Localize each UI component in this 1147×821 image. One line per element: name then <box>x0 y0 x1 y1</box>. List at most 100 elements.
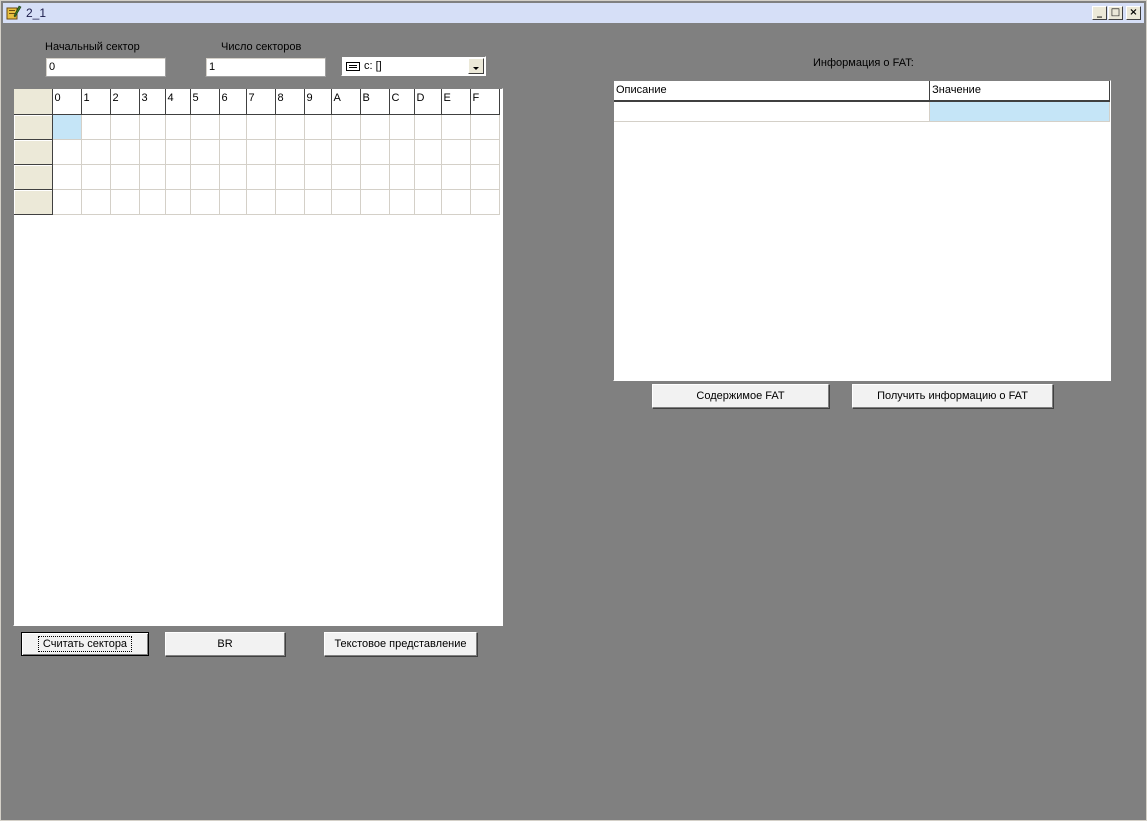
grid-cell[interactable] <box>165 114 191 140</box>
drive-select[interactable]: c: [] <box>341 56 486 76</box>
grid-cell[interactable] <box>219 139 247 165</box>
grid-cell[interactable] <box>414 189 442 215</box>
grid-cell[interactable] <box>470 114 500 140</box>
grid-column-header: 4 <box>165 89 191 115</box>
grid-cell[interactable] <box>165 164 191 190</box>
read-sectors-button[interactable]: Считать сектора <box>21 632 149 656</box>
grid-column-header: F <box>470 89 500 115</box>
grid-cell[interactable] <box>139 189 166 215</box>
grid-cell[interactable] <box>81 114 111 140</box>
grid-cell[interactable] <box>52 139 82 165</box>
fat-info-grid[interactable]: Описание Значение <box>613 80 1111 381</box>
grid-cell[interactable] <box>331 189 361 215</box>
grid-cell[interactable] <box>470 139 500 165</box>
grid-cell[interactable] <box>331 114 361 140</box>
start-sector-label: Начальный сектор <box>45 41 140 53</box>
grid-corner <box>14 89 53 115</box>
grid-cell[interactable] <box>246 164 276 190</box>
grid-cell[interactable] <box>139 139 166 165</box>
chevron-down-icon[interactable] <box>468 58 484 74</box>
minimize-button[interactable]: _ <box>1092 6 1107 20</box>
get-fat-info-button[interactable]: Получить информацию о FAT <box>852 384 1053 408</box>
drive-select-value: c: [] <box>364 60 382 72</box>
grid-cell[interactable] <box>190 189 220 215</box>
grid-cell[interactable] <box>219 189 247 215</box>
grid-cell[interactable] <box>190 164 220 190</box>
sector-hex-grid[interactable]: 0123456789ABCDEF <box>13 88 503 626</box>
text-view-button[interactable]: Текстовое представление <box>324 632 477 656</box>
sector-count-label: Число секторов <box>221 41 302 53</box>
grid-column-header: 3 <box>139 89 166 115</box>
grid-cell[interactable] <box>275 164 305 190</box>
grid-cell[interactable] <box>219 114 247 140</box>
grid-cell[interactable] <box>360 189 390 215</box>
grid-cell[interactable] <box>190 114 220 140</box>
fat-contents-button[interactable]: Содержимое FAT <box>652 384 829 408</box>
grid-cell[interactable] <box>81 189 111 215</box>
grid-cell[interactable] <box>139 114 166 140</box>
grid-cell[interactable] <box>414 114 442 140</box>
grid-cell[interactable] <box>360 114 390 140</box>
grid-cell[interactable] <box>246 114 276 140</box>
grid-cell[interactable] <box>389 189 415 215</box>
grid-cell[interactable] <box>441 164 471 190</box>
grid-cell[interactable] <box>360 139 390 165</box>
grid-cell[interactable] <box>304 164 332 190</box>
grid-cell[interactable] <box>110 164 140 190</box>
grid-cell[interactable] <box>275 114 305 140</box>
grid-cell[interactable] <box>81 139 111 165</box>
grid-cell[interactable] <box>275 139 305 165</box>
grid-column-header: 5 <box>190 89 220 115</box>
fat-column-header[interactable]: Значение <box>929 81 1110 102</box>
grid-cell[interactable] <box>110 114 140 140</box>
grid-cell[interactable] <box>52 189 82 215</box>
grid-cell[interactable] <box>414 139 442 165</box>
fat-column-header[interactable]: Описание <box>614 81 931 102</box>
grid-cell[interactable] <box>52 164 82 190</box>
grid-cell[interactable] <box>52 114 82 140</box>
drive-icon <box>346 61 360 71</box>
fat-info-title: Информация о FAT: <box>813 57 914 69</box>
grid-cell[interactable] <box>246 139 276 165</box>
grid-cell[interactable] <box>246 189 276 215</box>
grid-cell[interactable] <box>360 164 390 190</box>
grid-cell[interactable] <box>165 139 191 165</box>
grid-cell[interactable] <box>441 189 471 215</box>
grid-cell[interactable] <box>441 139 471 165</box>
grid-cell[interactable] <box>389 139 415 165</box>
grid-cell[interactable] <box>331 139 361 165</box>
grid-cell[interactable] <box>81 164 111 190</box>
fat-cell[interactable] <box>614 101 931 122</box>
maximize-button[interactable]: □ <box>1108 6 1123 20</box>
grid-column-header: 6 <box>219 89 247 115</box>
grid-cell[interactable] <box>190 139 220 165</box>
title-bar[interactable]: 2_1 _ □ × <box>3 3 1144 23</box>
grid-row-header <box>14 139 53 165</box>
grid-cell[interactable] <box>470 164 500 190</box>
grid-row <box>14 189 500 215</box>
window-title: 2_1 <box>26 6 47 20</box>
grid-cell[interactable] <box>110 189 140 215</box>
grid-cell[interactable] <box>304 139 332 165</box>
fat-cell[interactable] <box>929 101 1110 122</box>
grid-cell[interactable] <box>219 164 247 190</box>
grid-row-header <box>14 164 53 190</box>
grid-cell[interactable] <box>304 114 332 140</box>
br-button[interactable]: BR <box>165 632 285 656</box>
grid-cell[interactable] <box>389 114 415 140</box>
grid-column-header: C <box>389 89 415 115</box>
grid-cell[interactable] <box>441 114 471 140</box>
grid-cell[interactable] <box>304 189 332 215</box>
grid-cell[interactable] <box>389 164 415 190</box>
grid-cell[interactable] <box>110 139 140 165</box>
start-sector-input[interactable] <box>45 57 166 77</box>
sector-count-input[interactable] <box>205 57 326 77</box>
grid-cell[interactable] <box>139 164 166 190</box>
grid-cell[interactable] <box>331 164 361 190</box>
grid-cell[interactable] <box>414 164 442 190</box>
close-button[interactable]: × <box>1126 6 1141 20</box>
delphi-app-icon <box>6 5 22 21</box>
grid-cell[interactable] <box>470 189 500 215</box>
grid-cell[interactable] <box>275 189 305 215</box>
grid-cell[interactable] <box>165 189 191 215</box>
